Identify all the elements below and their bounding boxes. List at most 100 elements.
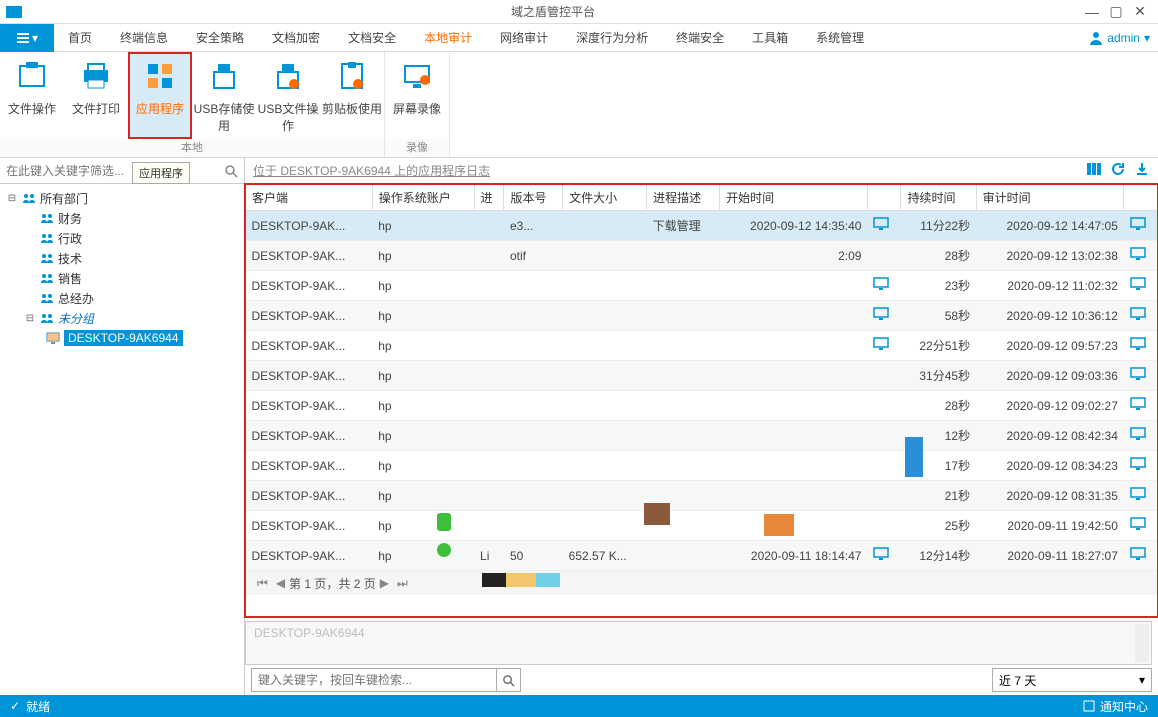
- minimize-button[interactable]: —: [1080, 4, 1104, 20]
- tree-dept[interactable]: 财务: [0, 208, 244, 228]
- monitor-icon: [873, 217, 889, 231]
- ribbon-tab[interactable]: 工具箱: [738, 31, 802, 45]
- detail-panel: DESKTOP-9AK6944: [245, 621, 1152, 665]
- ribbon: 文件操作文件打印应用程序USB存储使用USB文件操作剪贴板使用 本地 屏幕录像 …: [0, 52, 1158, 158]
- column-header[interactable]: [1124, 185, 1158, 211]
- table-row[interactable]: DESKTOP-9AK...hp21秒2020-09-12 08:31:35: [246, 481, 1158, 511]
- monitor-icon: [873, 547, 889, 561]
- tree-unassigned[interactable]: ⊟ 未分组: [0, 308, 244, 328]
- tree-dept[interactable]: 销售: [0, 268, 244, 288]
- tree-host[interactable]: DESKTOP-9AK6944: [0, 328, 244, 348]
- monitor-icon: [1130, 427, 1146, 441]
- log-table: 客户端操作系统账户进版本号文件大小进程描述开始时间 持续时间审计时间 DESKTO…: [245, 184, 1158, 571]
- ribbon-item[interactable]: 剪贴板使用: [320, 52, 384, 139]
- monitor-icon: [873, 277, 889, 291]
- user-menu[interactable]: admin ▾: [1089, 31, 1158, 45]
- tooltip: 应用程序: [132, 162, 190, 184]
- ribbon-icon: [401, 60, 433, 92]
- ribbon-tab[interactable]: 深度行为分析: [562, 31, 662, 45]
- ribbon-item[interactable]: 文件操作: [0, 52, 64, 139]
- column-header[interactable]: 版本号: [504, 185, 563, 211]
- ribbon-item[interactable]: 文件打印: [64, 52, 128, 139]
- ribbon-tab[interactable]: 文档加密: [258, 31, 334, 45]
- keyword-input[interactable]: [252, 669, 496, 691]
- ribbon-tab[interactable]: 首页: [54, 31, 106, 45]
- column-header[interactable]: [867, 185, 901, 211]
- ribbon-tab[interactable]: 终端安全: [662, 31, 738, 45]
- collapse-icon[interactable]: ⊟: [24, 313, 36, 324]
- close-button[interactable]: ✕: [1128, 3, 1152, 20]
- keyword-search: [251, 668, 521, 692]
- group-icon: [40, 311, 54, 325]
- column-header[interactable]: 操作系统账户: [372, 185, 474, 211]
- ribbon-tab[interactable]: 本地审计: [410, 31, 486, 45]
- collapse-icon[interactable]: ⊟: [6, 193, 18, 204]
- table-row[interactable]: DESKTOP-9AK...hp22分51秒2020-09-12 09:57:2…: [246, 331, 1158, 361]
- pager-first[interactable]: ⏮: [257, 576, 268, 591]
- patch: [536, 573, 560, 587]
- app-icon: [6, 6, 22, 18]
- column-header[interactable]: 进程描述: [647, 185, 720, 211]
- department-tree: ⊟ 所有部门 财务行政技术销售总经办 ⊟ 未分组 DESKTOP-9AK6944: [0, 184, 244, 695]
- export-button[interactable]: [1134, 161, 1150, 180]
- log-table-wrap: 客户端操作系统账户进版本号文件大小进程描述开始时间 持续时间审计时间 DESKTO…: [245, 184, 1158, 617]
- table-row[interactable]: DESKTOP-9AK...hp17秒2020-09-12 08:34:23: [246, 451, 1158, 481]
- ribbon-item[interactable]: 应用程序: [128, 52, 192, 139]
- table-row[interactable]: DESKTOP-9AK...hpLi50652.57 K...2020-09-1…: [246, 541, 1158, 571]
- table-row[interactable]: DESKTOP-9AK...hp58秒2020-09-12 10:36:12: [246, 301, 1158, 331]
- keyword-go-button[interactable]: [496, 669, 520, 691]
- table-row[interactable]: DESKTOP-9AK...hpotif2:0928秒2020-09-12 13…: [246, 241, 1158, 271]
- notification-center[interactable]: 通知中心: [1082, 698, 1148, 715]
- ribbon-icon: [272, 60, 304, 92]
- ribbon-tab[interactable]: 安全策略: [182, 31, 258, 45]
- pager-last[interactable]: ⏭: [397, 576, 408, 591]
- search-button[interactable]: [218, 159, 244, 183]
- patch: [644, 503, 670, 525]
- titlebar: 域之盾管控平台 — ▢ ✕: [0, 0, 1158, 24]
- tree-root[interactable]: ⊟ 所有部门: [0, 188, 244, 208]
- group-icon: [40, 251, 54, 265]
- scrollbar[interactable]: [1135, 624, 1149, 662]
- ribbon-item[interactable]: USB文件操作: [256, 52, 320, 139]
- ribbon-group-label: 本地: [0, 139, 384, 157]
- ribbon-tab[interactable]: 系统管理: [802, 31, 878, 45]
- status-text: 就绪: [26, 698, 50, 715]
- check-icon: ✓: [10, 699, 20, 713]
- patch: [905, 437, 923, 477]
- ribbon-item[interactable]: 屏幕录像: [385, 52, 449, 139]
- column-header[interactable]: 文件大小: [563, 185, 647, 211]
- table-row[interactable]: DESKTOP-9AK...hp25秒2020-09-11 19:42:50: [246, 511, 1158, 541]
- content: 位于 DESKTOP-9AK6944 上的应用程序日志 客户端操作系统账户进版本…: [245, 158, 1158, 695]
- pager-prev[interactable]: ◀: [276, 576, 285, 590]
- ribbon-tab[interactable]: 终端信息: [106, 31, 182, 45]
- pager-next[interactable]: ▶: [380, 576, 389, 590]
- column-header[interactable]: 客户端: [246, 185, 373, 211]
- table-row[interactable]: DESKTOP-9AK...hp31分45秒2020-09-12 09:03:3…: [246, 361, 1158, 391]
- column-header[interactable]: 进: [474, 185, 504, 211]
- patch: [437, 543, 451, 557]
- columns-button[interactable]: [1086, 161, 1102, 180]
- ribbon-tabs: ▾ 首页终端信息安全策略文档加密文档安全本地审计网络审计深度行为分析终端安全工具…: [0, 24, 1158, 52]
- maximize-button[interactable]: ▢: [1104, 3, 1128, 20]
- table-row[interactable]: DESKTOP-9AK...hp12秒2020-09-12 08:42:34: [246, 421, 1158, 451]
- pager: ⏮ ◀ 第 1 页，共 2 页 ▶ ⏭: [245, 571, 1158, 595]
- column-header[interactable]: 持续时间: [901, 185, 976, 211]
- monitor-icon: [1130, 247, 1146, 261]
- patch: [437, 513, 451, 531]
- ribbon-tab[interactable]: 文档安全: [334, 31, 410, 45]
- tree-dept[interactable]: 总经办: [0, 288, 244, 308]
- app-menu-button[interactable]: ▾: [0, 24, 54, 52]
- ribbon-item[interactable]: USB存储使用: [192, 52, 256, 139]
- column-header[interactable]: 开始时间: [720, 185, 868, 211]
- table-row[interactable]: DESKTOP-9AK...hp23秒2020-09-12 11:02:32: [246, 271, 1158, 301]
- patch: [764, 514, 794, 536]
- column-header[interactable]: 审计时间: [976, 185, 1124, 211]
- table-row[interactable]: DESKTOP-9AK...hp28秒2020-09-12 09:02:27: [246, 391, 1158, 421]
- tree-dept[interactable]: 技术: [0, 248, 244, 268]
- refresh-button[interactable]: [1110, 161, 1126, 180]
- tree-dept[interactable]: 行政: [0, 228, 244, 248]
- ribbon-tab[interactable]: 网络审计: [486, 31, 562, 45]
- table-row[interactable]: DESKTOP-9AK...hpe3...下载管理2020-09-12 14:3…: [246, 211, 1158, 241]
- status-bar: ✓ 就绪 通知中心: [0, 695, 1158, 717]
- period-select[interactable]: 近 7 天 ▾: [992, 668, 1152, 692]
